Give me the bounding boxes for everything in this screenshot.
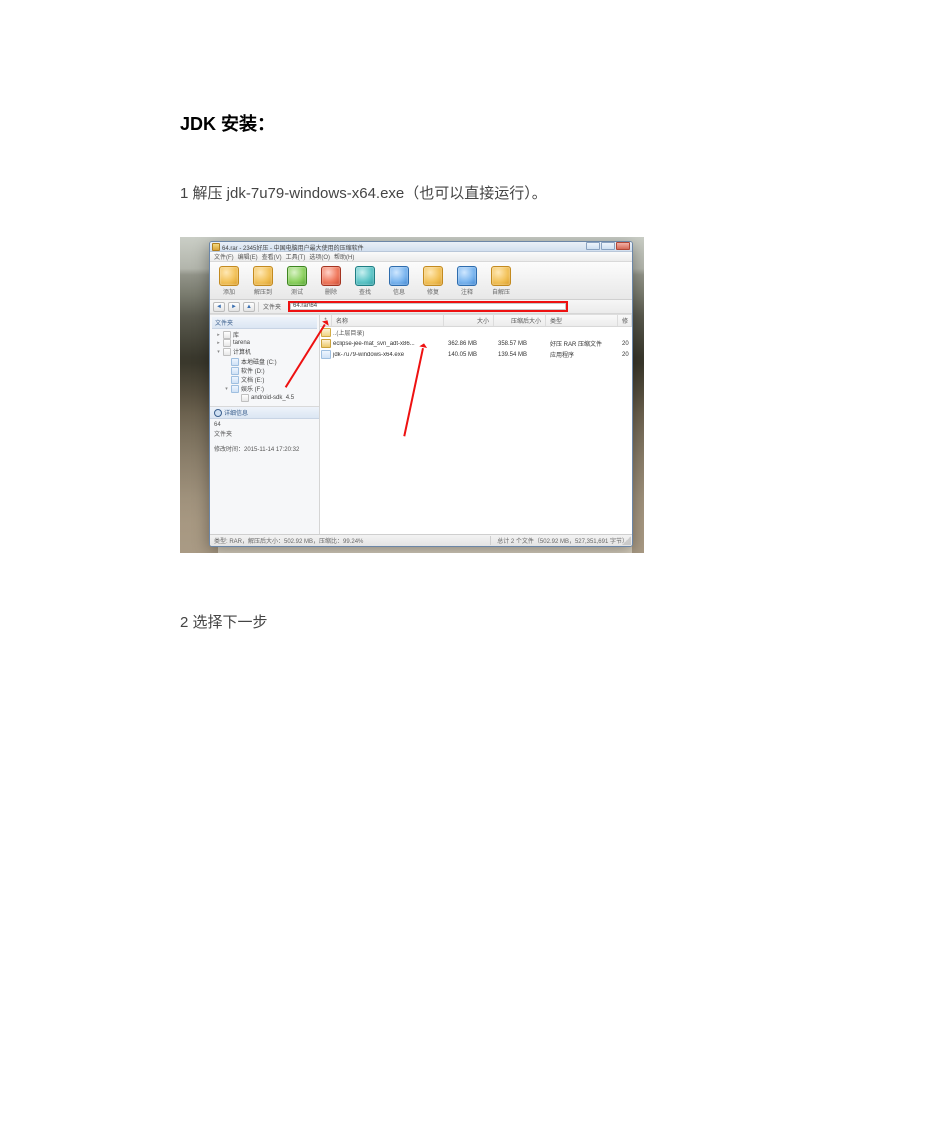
test-icon (287, 266, 307, 286)
column-headers: * 名称 大小 压缩后大小 类型 修 (320, 315, 632, 327)
col-name[interactable]: 名称 (332, 315, 444, 326)
address-text: 64.rar\64 (293, 302, 317, 311)
tb-repair[interactable]: 修复 (416, 266, 450, 296)
folder-icon (241, 394, 249, 402)
status-bar: 类型: RAR，解压后大小：502.92 MB，压缩比：99.24% 总计 2 … (210, 534, 632, 546)
toolbar: 添加 解压到 测试 删除 查找 信息 修复 注释 自解压 (210, 262, 632, 300)
menubar: 文件(F) 编辑(E) 查看(V) 工具(T) 选项(O) 帮助(H) (210, 252, 632, 262)
address-highlight: 64.rar\64 (288, 301, 568, 312)
find-icon (355, 266, 375, 286)
details-type: 文件夹 (214, 429, 315, 438)
sfx-icon (491, 266, 511, 286)
col-type[interactable]: 类型 (546, 315, 618, 326)
tb-info[interactable]: 信息 (382, 266, 416, 296)
status-right: 总计 2 个文件（502.92 MB，527,351,691 字节） (490, 536, 628, 545)
menu-help[interactable]: 帮助(H) (334, 252, 354, 261)
drive-icon (231, 367, 239, 375)
tb-sfx[interactable]: 自解压 (484, 266, 518, 296)
delete-icon (321, 266, 341, 286)
file-pane: * 名称 大小 压缩后大小 类型 修 ..(上层目录) (320, 315, 632, 534)
rar-file-icon (321, 339, 331, 348)
col-date[interactable]: 修 (618, 315, 632, 326)
doc-heading: JDK 安装： (180, 110, 765, 136)
window-title: 64.rar - 2345好压 - 中国电脑用户最大使用的压缩软件 (222, 246, 364, 252)
nav-row: ◄ ► ▲ 文件夹 64.rar\64 (210, 300, 632, 314)
close-button[interactable] (616, 242, 630, 250)
drive-icon (231, 385, 239, 393)
status-left: 类型: RAR，解压后大小：502.92 MB，压缩比：99.24% (214, 536, 363, 545)
app-icon (212, 243, 220, 251)
menu-tools[interactable]: 工具(T) (286, 252, 306, 261)
archive-window: 64.rar - 2345好压 - 中国电脑用户最大使用的压缩软件 文件(F) … (209, 241, 633, 547)
tb-delete[interactable]: 删除 (314, 266, 348, 296)
tb-find[interactable]: 查找 (348, 266, 382, 296)
tb-test[interactable]: 测试 (280, 266, 314, 296)
nav-up[interactable]: ▲ (243, 302, 255, 312)
nav-fwd[interactable]: ► (228, 302, 240, 312)
tb-comment[interactable]: 注释 (450, 266, 484, 296)
menu-view[interactable]: 查看(V) (262, 252, 282, 261)
left-pane: 文件夹 ▸库 ▸tarena ▾计算机 本地磁盘 (C:) 软件 (D:) 文档… (210, 315, 320, 534)
details-modified: 修改时间：2015-11-14 17:20:32 (214, 444, 315, 453)
col-csize[interactable]: 压缩后大小 (494, 315, 546, 326)
menu-edit[interactable]: 编辑(E) (238, 252, 258, 261)
tree-item-android-sdk[interactable]: android-sdk_4.5 (232, 394, 317, 402)
titlebar[interactable]: 64.rar - 2345好压 - 中国电脑用户最大使用的压缩软件 (210, 242, 632, 252)
resize-grip[interactable] (622, 536, 631, 545)
info-icon (389, 266, 409, 286)
tree-item-libraries[interactable]: ▸库 (214, 330, 317, 339)
file-row-eclipse[interactable]: eclipse-jee-mat_svn_adt-x86... 362.86 MB… (320, 338, 632, 349)
tree-header: 文件夹 (212, 317, 317, 329)
window-body: 文件夹 ▸库 ▸tarena ▾计算机 本地磁盘 (C:) 软件 (D:) 文档… (210, 314, 632, 534)
folders-label: 文件夹 (263, 302, 281, 311)
minimize-button[interactable] (586, 242, 600, 250)
computer-icon (223, 348, 231, 356)
col-size[interactable]: 大小 (444, 315, 494, 326)
drive-icon (231, 376, 239, 384)
nav-sep (258, 302, 259, 312)
extract-icon (253, 266, 273, 286)
details-pane: 详细信息 64 文件夹 修改时间：2015-11-14 17:20:32 (210, 407, 319, 534)
screenshot: 64.rar - 2345好压 - 中国电脑用户最大使用的压缩软件 文件(F) … (180, 237, 644, 553)
drive-icon (231, 358, 239, 366)
window-controls (585, 242, 630, 250)
add-icon (219, 266, 239, 286)
menu-options[interactable]: 选项(O) (309, 252, 330, 261)
menu-file[interactable]: 文件(F) (214, 252, 234, 261)
exe-file-icon (321, 350, 331, 359)
tree-item-drive-e[interactable]: 文档 (E:) (222, 375, 317, 384)
details-header: 详细信息 (210, 407, 319, 419)
comment-icon (457, 266, 477, 286)
tree-item-tarena[interactable]: ▸tarena (214, 339, 317, 347)
tb-add[interactable]: 添加 (212, 266, 246, 296)
nav-back[interactable]: ◄ (213, 302, 225, 312)
doc-step-1: 1 解压 jdk-7u79-windows-x64.exe（也可以直接运行）。 (180, 182, 765, 203)
tree-item-drive-d[interactable]: 软件 (D:) (222, 366, 317, 375)
tree-item-computer[interactable]: ▾计算机 (214, 347, 317, 356)
address-bar[interactable]: 64.rar\64 (290, 303, 566, 310)
doc-step-2: 2 选择下一步 (180, 611, 765, 632)
file-list[interactable]: ..(上层目录) eclipse-jee-mat_svn_adt-x86... … (320, 327, 632, 534)
folder-icon (223, 339, 231, 347)
desktop-bg-right (632, 237, 644, 553)
repair-icon (423, 266, 443, 286)
tb-extract[interactable]: 解压到 (246, 266, 280, 296)
folder-icon (223, 331, 231, 339)
file-row-jdk[interactable]: jdk-7u79-windows-x64.exe 140.05 MB 139.5… (320, 349, 632, 360)
tree-item-drive-f[interactable]: ▾娱乐 (F:) (222, 384, 317, 393)
details-name: 64 (214, 422, 315, 428)
maximize-button[interactable] (601, 242, 615, 250)
up-dir-row[interactable]: ..(上层目录) (320, 327, 632, 338)
